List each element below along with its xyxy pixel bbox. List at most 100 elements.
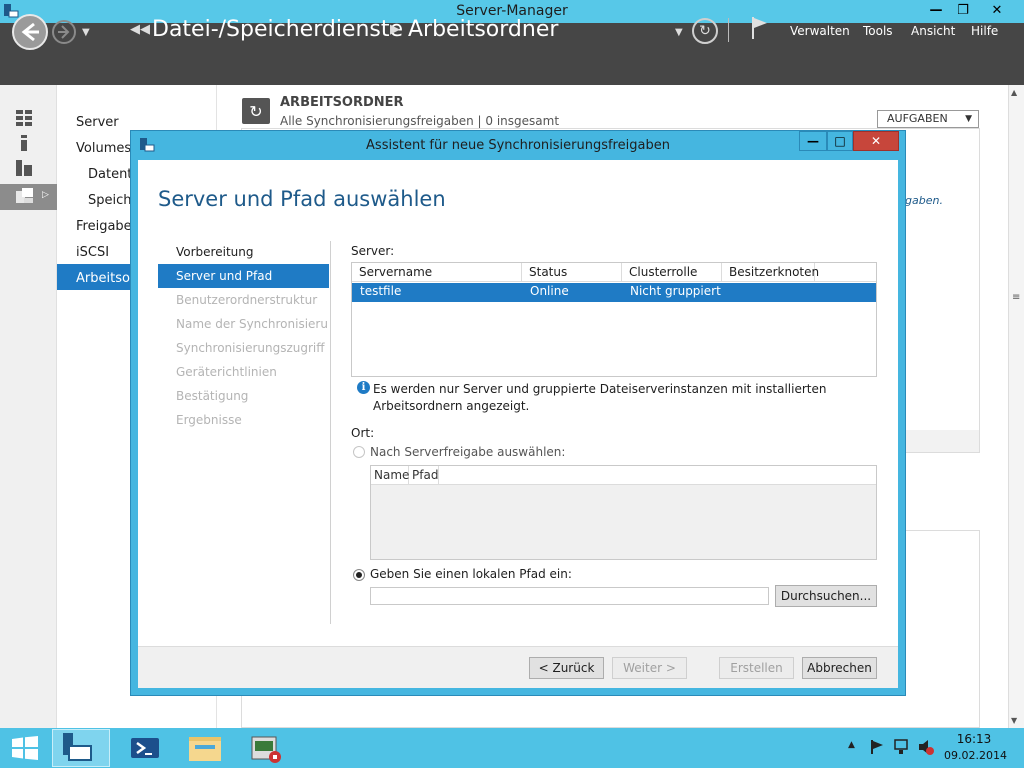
menu-tools[interactable]: Tools	[863, 24, 893, 38]
minimize-icon: —	[929, 3, 943, 18]
icon-sidebar	[0, 85, 57, 728]
step-server-path[interactable]: Server und Pfad	[176, 269, 328, 283]
nav-item-volumes[interactable]: Volumes	[76, 141, 131, 156]
breadcrumb-work-folders: Arbeitsordner	[408, 17, 559, 42]
share-col-name[interactable]: Name	[371, 466, 409, 485]
back-button[interactable]: < Zurück	[529, 657, 604, 679]
powershell-icon	[131, 738, 159, 758]
file-storage-icon	[16, 188, 33, 203]
local-server-icon[interactable]	[16, 135, 33, 151]
taskbar-event-viewer[interactable]	[239, 729, 297, 767]
location-label: Ort:	[351, 426, 375, 440]
nav-item-iscsi[interactable]: iSCSI	[76, 245, 109, 260]
create-share-link[interactable]: igaben.	[902, 194, 943, 207]
breadcrumb-separator-icon: ▶	[390, 22, 400, 37]
header-divider	[728, 18, 729, 42]
scroll-down-icon[interactable]: ▼	[1011, 716, 1017, 725]
refresh-icon[interactable]: ↻	[692, 18, 718, 44]
event-viewer-icon	[251, 736, 281, 763]
cell-status: Online	[530, 284, 569, 298]
refresh-dropdown-icon[interactable]: ▼	[675, 27, 683, 38]
scroll-up-icon[interactable]: ▲	[1011, 88, 1017, 97]
radio-selected-dot	[356, 572, 362, 578]
restore-icon: ❐	[957, 3, 969, 18]
nav-item-storage-pools[interactable]: Speich	[88, 193, 132, 208]
menu-view[interactable]: Ansicht	[911, 24, 955, 38]
create-button[interactable]: Erstellen	[719, 657, 794, 679]
maximize-icon: □	[834, 134, 846, 148]
taskbar-server-manager[interactable]	[52, 729, 110, 767]
expand-arrow-icon[interactable]: ▷	[42, 190, 49, 200]
arrow-right-icon	[58, 25, 70, 39]
nav-history-dropdown-icon[interactable]: ▼	[82, 27, 90, 38]
browse-button[interactable]: Durchsuchen...	[775, 585, 877, 607]
nav-item-work-folders[interactable]: Arbeitsor	[76, 271, 135, 286]
volume-muted-icon[interactable]	[917, 738, 935, 756]
taskbar-file-explorer[interactable]	[177, 729, 235, 767]
tasks-label: AUFGABEN	[887, 112, 948, 125]
nav-item-disks[interactable]: Datent	[88, 167, 132, 182]
breadcrumb-file-storage[interactable]: Datei-/Speicherdienste	[152, 17, 403, 42]
forward-nav-button[interactable]	[52, 20, 76, 44]
wizard-heading: Server und Pfad auswählen	[158, 187, 446, 211]
step-confirmation: Bestätigung	[176, 389, 249, 403]
chevron-down-icon: ▼	[965, 114, 972, 124]
cell-servername: testfile	[360, 284, 402, 298]
menu-help[interactable]: Hilfe	[971, 24, 998, 38]
nav-item-server[interactable]: Server	[76, 115, 119, 130]
col-header-status[interactable]: Status	[522, 263, 622, 282]
share-table-header	[371, 466, 876, 485]
back-nav-button[interactable]	[12, 14, 48, 50]
all-servers-icon[interactable]	[16, 160, 33, 176]
nav-item-shares[interactable]: Freigabe	[76, 219, 132, 234]
minimize-icon: —	[807, 134, 819, 148]
step-sync-access: Synchronisierungszugriff	[176, 341, 325, 355]
action-center-flag-icon[interactable]	[869, 738, 887, 756]
step-user-folder-structure: Benutzerordnerstruktur	[176, 293, 318, 307]
radio-server-share[interactable]	[353, 446, 365, 458]
vertical-scrollbar[interactable]	[1008, 85, 1024, 728]
radio-local-path-label[interactable]: Geben Sie einen lokalen Pfad ein:	[370, 567, 572, 581]
cell-cluster-role: Nicht gruppiert	[630, 284, 721, 298]
work-folders-sync-icon: ↻	[242, 98, 270, 124]
folder-icon	[189, 737, 221, 761]
col-header-empty	[815, 263, 876, 282]
wizard-maximize-button[interactable]: □	[827, 131, 853, 151]
col-header-cluster-role[interactable]: Clusterrolle	[622, 263, 722, 282]
taskbar-powershell[interactable]	[116, 729, 174, 767]
server-label: Server:	[351, 244, 395, 258]
col-header-servername[interactable]: Servername	[352, 263, 522, 282]
close-button[interactable]: ✕	[973, 0, 1021, 21]
windows-start-icon[interactable]	[11, 736, 39, 760]
table-row[interactable]	[352, 283, 876, 302]
close-icon: ✕	[870, 134, 882, 148]
dashboard-icon[interactable]	[16, 110, 33, 126]
section-title: ARBEITSORDNER	[280, 95, 404, 110]
arrow-left-icon	[21, 22, 39, 42]
scroll-grip-icon[interactable]: ≡	[1012, 292, 1020, 303]
wizard-title: Assistent für neue Synchronisierungsfrei…	[366, 138, 670, 153]
local-path-input[interactable]	[370, 587, 769, 605]
cancel-button[interactable]: Abbrechen	[802, 657, 877, 679]
tray-expand-icon[interactable]: ▲	[848, 740, 855, 750]
close-icon: ✕	[991, 3, 1003, 18]
menu-manage[interactable]: Verwalten	[790, 24, 850, 38]
next-button[interactable]: Weiter >	[612, 657, 687, 679]
radio-server-share-label[interactable]: Nach Serverfreigabe auswählen:	[370, 445, 565, 459]
info-text: Es werden nur Server und gruppierte Date…	[373, 382, 827, 413]
step-device-policies: Geräterichtlinien	[176, 365, 277, 379]
network-icon[interactable]	[893, 738, 911, 756]
notifications-flag-icon[interactable]	[750, 15, 770, 41]
clock-date[interactable]: 09.02.2014	[944, 749, 1007, 762]
wizard-minimize-button[interactable]: —	[799, 131, 827, 151]
radio-local-path[interactable]	[353, 569, 365, 581]
clock-time[interactable]: 16:13	[944, 732, 1004, 746]
steps-divider	[330, 241, 331, 624]
info-icon: i	[357, 381, 370, 394]
step-preparation[interactable]: Vorbereitung	[176, 245, 328, 259]
col-header-owner-node[interactable]: Besitzerknoten	[722, 263, 819, 282]
share-col-path[interactable]: Pfad	[409, 466, 439, 485]
breadcrumb-back-icon: ◀◀	[130, 22, 150, 37]
wizard-close-button[interactable]: ✕	[853, 131, 899, 151]
tasks-dropdown[interactable]: AUFGABEN ▼	[877, 110, 979, 128]
